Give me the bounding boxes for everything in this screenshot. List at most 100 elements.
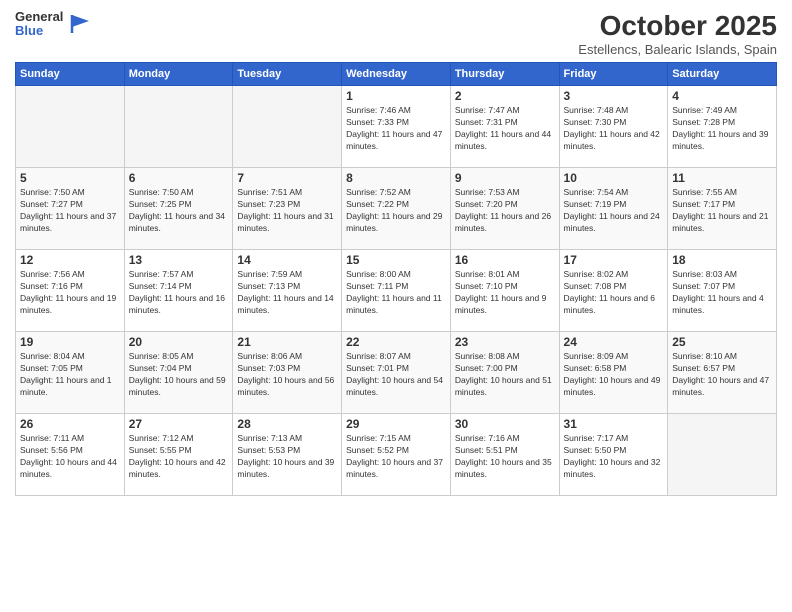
logo-general-text: General	[15, 10, 63, 24]
calendar-cell	[124, 86, 233, 168]
week-row-5: 26 Sunrise: 7:11 AMSunset: 5:56 PMDayligh…	[16, 414, 777, 496]
day-info: Sunrise: 8:08 AMSunset: 7:00 PMDaylight:…	[455, 351, 555, 399]
day-number: 4	[672, 89, 772, 103]
header: General Blue October 2025 Estellencs, Ba…	[15, 10, 777, 57]
day-info: Sunrise: 7:16 AMSunset: 5:51 PMDaylight:…	[455, 433, 555, 481]
calendar-cell: 3 Sunrise: 7:48 AMSunset: 7:30 PMDaylight…	[559, 86, 668, 168]
weekday-header-row: Sunday Monday Tuesday Wednesday Thursday…	[16, 63, 777, 86]
calendar-cell: 18Sunrise: 8:03 AMSunset: 7:07 PMDayligh…	[668, 250, 777, 332]
calendar-cell: 21 Sunrise: 8:06 AMSunset: 7:03 PMDayligh…	[233, 332, 342, 414]
day-info: Sunrise: 8:07 AMSunset: 7:01 PMDaylight:…	[346, 351, 446, 399]
day-info: Sunrise: 7:57 AMSunset: 7:14 PMDaylight:…	[129, 269, 229, 317]
day-info: Sunrise: 7:54 AMSunset: 7:19 PMDaylight:…	[564, 187, 664, 235]
header-friday: Friday	[559, 63, 668, 86]
day-number: 31	[564, 417, 664, 431]
header-wednesday: Wednesday	[342, 63, 451, 86]
calendar-cell: 19 Sunrise: 8:04 AMSunset: 7:05 PMDayligh…	[16, 332, 125, 414]
calendar-cell: 24Sunrise: 8:09 AMSunset: 6:58 PMDayligh…	[559, 332, 668, 414]
day-info: Sunrise: 8:10 AMSunset: 6:57 PMDaylight:…	[672, 351, 772, 399]
day-info: Sunrise: 8:03 AMSunset: 7:07 PMDaylight:…	[672, 269, 772, 317]
week-row-3: 12 Sunrise: 7:56 AMSunset: 7:16 PMDayligh…	[16, 250, 777, 332]
day-number: 22	[346, 335, 446, 349]
day-info: Sunrise: 7:46 AMSunset: 7:33 PMDaylight:…	[346, 105, 446, 153]
calendar-cell: 25 Sunrise: 8:10 AMSunset: 6:57 PMDayligh…	[668, 332, 777, 414]
header-saturday: Saturday	[668, 63, 777, 86]
day-number: 30	[455, 417, 555, 431]
calendar-cell: 7Sunrise: 7:51 AMSunset: 7:23 PMDaylight…	[233, 168, 342, 250]
day-number: 19	[20, 335, 120, 349]
day-info: Sunrise: 8:00 AMSunset: 7:11 PMDaylight:…	[346, 269, 446, 317]
title-block: October 2025 Estellencs, Balearic Island…	[578, 10, 777, 57]
day-info: Sunrise: 7:59 AMSunset: 7:13 PMDaylight:…	[237, 269, 337, 317]
day-number: 12	[20, 253, 120, 267]
day-info: Sunrise: 7:52 AMSunset: 7:22 PMDaylight:…	[346, 187, 446, 235]
day-number: 14	[237, 253, 337, 267]
day-info: Sunrise: 8:05 AMSunset: 7:04 PMDaylight:…	[129, 351, 229, 399]
calendar-table: Sunday Monday Tuesday Wednesday Thursday…	[15, 62, 777, 496]
day-info: Sunrise: 8:06 AMSunset: 7:03 PMDaylight:…	[237, 351, 337, 399]
day-info: Sunrise: 7:56 AMSunset: 7:16 PMDaylight:…	[20, 269, 120, 317]
day-info: Sunrise: 7:15 AMSunset: 5:52 PMDaylight:…	[346, 433, 446, 481]
day-info: Sunrise: 7:17 AMSunset: 5:50 PMDaylight:…	[564, 433, 664, 481]
logo: General Blue	[15, 10, 91, 39]
logo-flag-icon	[69, 13, 91, 35]
day-info: Sunrise: 7:49 AMSunset: 7:28 PMDaylight:…	[672, 105, 772, 153]
calendar-cell	[233, 86, 342, 168]
calendar-cell: 23 Sunrise: 8:08 AMSunset: 7:00 PMDayligh…	[450, 332, 559, 414]
day-number: 8	[346, 171, 446, 185]
header-monday: Monday	[124, 63, 233, 86]
day-number: 5	[20, 171, 120, 185]
calendar-cell	[16, 86, 125, 168]
calendar-cell: 17Sunrise: 8:02 AMSunset: 7:08 PMDayligh…	[559, 250, 668, 332]
day-number: 26	[20, 417, 120, 431]
day-info: Sunrise: 8:01 AMSunset: 7:10 PMDaylight:…	[455, 269, 555, 317]
day-info: Sunrise: 7:48 AMSunset: 7:30 PMDaylight:…	[564, 105, 664, 153]
day-number: 20	[129, 335, 229, 349]
week-row-2: 5 Sunrise: 7:50 AMSunset: 7:27 PMDaylight…	[16, 168, 777, 250]
day-info: Sunrise: 7:12 AMSunset: 5:55 PMDaylight:…	[129, 433, 229, 481]
day-number: 6	[129, 171, 229, 185]
header-thursday: Thursday	[450, 63, 559, 86]
day-number: 28	[237, 417, 337, 431]
logo-blue-text: Blue	[15, 24, 63, 38]
day-number: 2	[455, 89, 555, 103]
calendar-cell: 5 Sunrise: 7:50 AMSunset: 7:27 PMDaylight…	[16, 168, 125, 250]
calendar-cell: 28 Sunrise: 7:13 AMSunset: 5:53 PMDayligh…	[233, 414, 342, 496]
header-sunday: Sunday	[16, 63, 125, 86]
day-info: Sunrise: 7:50 AMSunset: 7:25 PMDaylight:…	[129, 187, 229, 235]
header-tuesday: Tuesday	[233, 63, 342, 86]
day-info: Sunrise: 7:50 AMSunset: 7:27 PMDaylight:…	[20, 187, 120, 235]
calendar-cell: 15Sunrise: 8:00 AMSunset: 7:11 PMDayligh…	[342, 250, 451, 332]
day-number: 23	[455, 335, 555, 349]
calendar-cell	[668, 414, 777, 496]
day-number: 27	[129, 417, 229, 431]
calendar-cell: 2 Sunrise: 7:47 AMSunset: 7:31 PMDaylight…	[450, 86, 559, 168]
day-info: Sunrise: 7:53 AMSunset: 7:20 PMDaylight:…	[455, 187, 555, 235]
day-number: 11	[672, 171, 772, 185]
calendar-cell: 16Sunrise: 8:01 AMSunset: 7:10 PMDayligh…	[450, 250, 559, 332]
day-info: Sunrise: 7:55 AMSunset: 7:17 PMDaylight:…	[672, 187, 772, 235]
day-number: 3	[564, 89, 664, 103]
calendar-cell: 6 Sunrise: 7:50 AMSunset: 7:25 PMDaylight…	[124, 168, 233, 250]
day-info: Sunrise: 8:04 AMSunset: 7:05 PMDaylight:…	[20, 351, 120, 399]
day-info: Sunrise: 7:11 AMSunset: 5:56 PMDaylight:…	[20, 433, 120, 481]
calendar-cell: 30 Sunrise: 7:16 AMSunset: 5:51 PMDayligh…	[450, 414, 559, 496]
calendar-cell: 11 Sunrise: 7:55 AMSunset: 7:17 PMDayligh…	[668, 168, 777, 250]
day-number: 10	[564, 171, 664, 185]
month-title: October 2025	[578, 10, 777, 42]
calendar-body: 1Sunrise: 7:46 AMSunset: 7:33 PMDaylight…	[16, 86, 777, 496]
day-number: 13	[129, 253, 229, 267]
calendar-cell: 22 Sunrise: 8:07 AMSunset: 7:01 PMDayligh…	[342, 332, 451, 414]
calendar-cell: 13 Sunrise: 7:57 AMSunset: 7:14 PMDayligh…	[124, 250, 233, 332]
day-info: Sunrise: 8:09 AMSunset: 6:58 PMDaylight:…	[564, 351, 664, 399]
day-number: 21	[237, 335, 337, 349]
day-number: 25	[672, 335, 772, 349]
location-title: Estellencs, Balearic Islands, Spain	[578, 42, 777, 57]
day-info: Sunrise: 7:47 AMSunset: 7:31 PMDaylight:…	[455, 105, 555, 153]
calendar-cell: 12 Sunrise: 7:56 AMSunset: 7:16 PMDayligh…	[16, 250, 125, 332]
day-info: Sunrise: 7:13 AMSunset: 5:53 PMDaylight:…	[237, 433, 337, 481]
day-number: 29	[346, 417, 446, 431]
calendar-cell: 8 Sunrise: 7:52 AMSunset: 7:22 PMDaylight…	[342, 168, 451, 250]
calendar-cell: 9Sunrise: 7:53 AMSunset: 7:20 PMDaylight…	[450, 168, 559, 250]
calendar-cell: 26 Sunrise: 7:11 AMSunset: 5:56 PMDayligh…	[16, 414, 125, 496]
